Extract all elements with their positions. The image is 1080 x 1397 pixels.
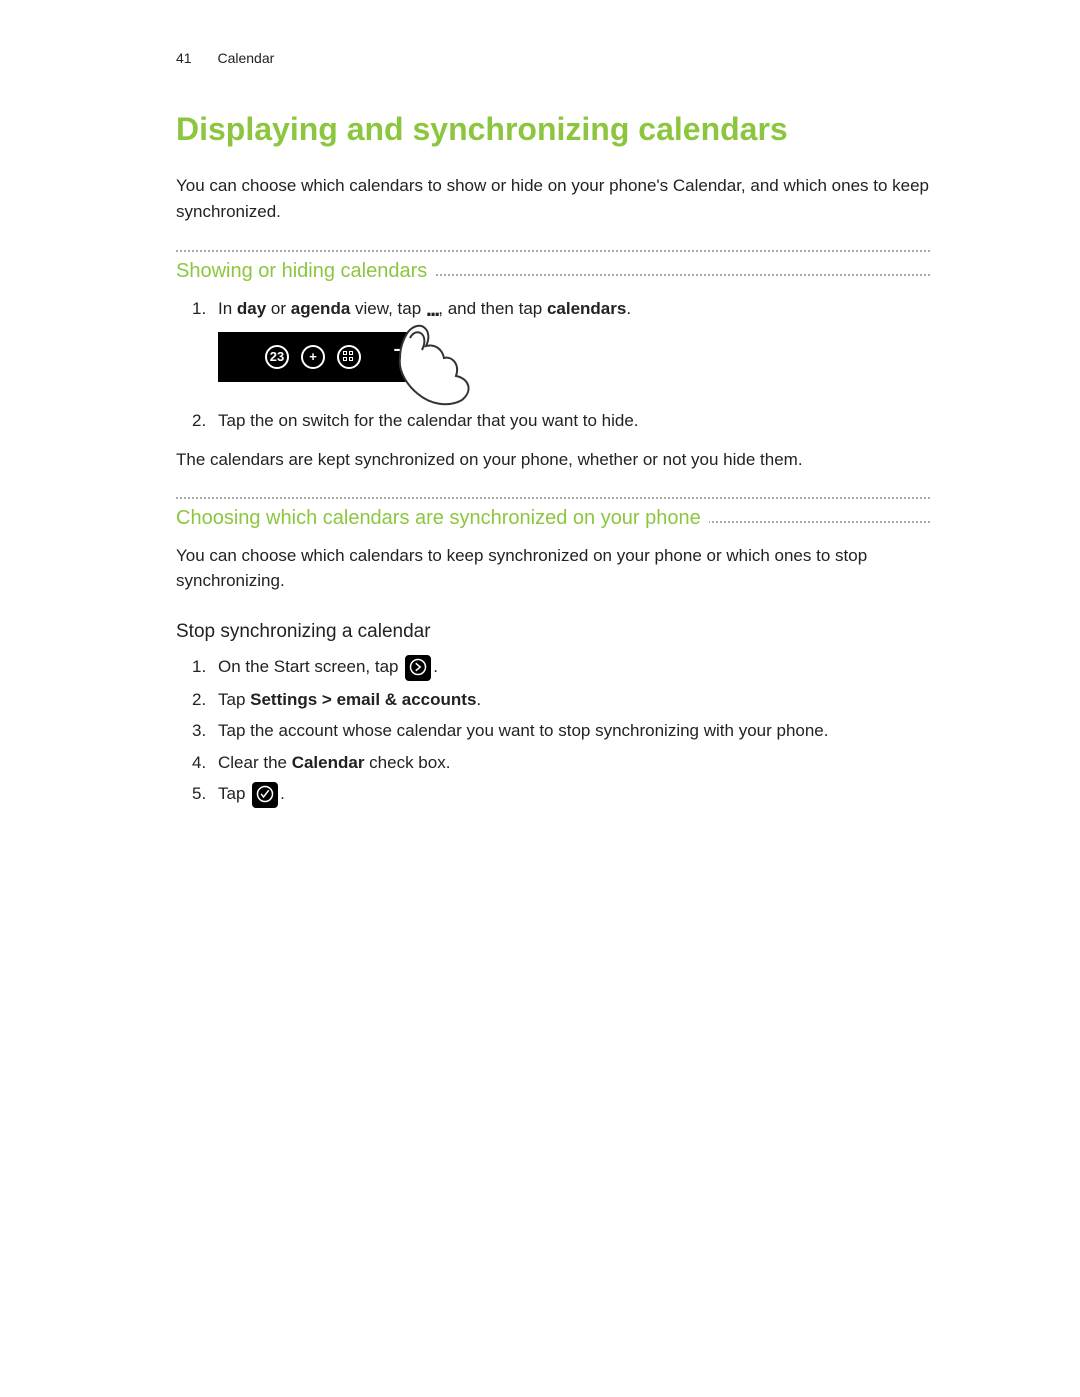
intro-paragraph: You can choose which calendars to show o… xyxy=(176,173,930,224)
today-icon: 23 xyxy=(265,345,289,369)
step-4: 4. Clear the Calendar check box. xyxy=(218,750,930,776)
step-1: 1. In day or agenda view, tap ..., and t… xyxy=(218,296,930,402)
page-number: 41 xyxy=(176,50,192,66)
step-1: 1. On the Start screen, tap . xyxy=(218,654,930,681)
step-3: 3. Tap the account whose calendar you wa… xyxy=(218,718,930,744)
section-name: Calendar xyxy=(217,50,274,66)
section-intro: You can choose which calendars to keep s… xyxy=(176,543,930,594)
subsection-heading: Stop synchronizing a calendar xyxy=(176,618,930,647)
tap-hand-illustration xyxy=(408,332,488,402)
section-showing-hiding: Showing or hiding calendars xyxy=(176,250,930,286)
appbar-figure: 23 + ... xyxy=(218,332,930,402)
steps-list-2: 1. On the Start screen, tap . 2. Tap Set… xyxy=(176,654,930,808)
step-5: 5. Tap . xyxy=(218,781,930,808)
more-icon: ... xyxy=(426,296,438,321)
section-choosing-sync: Choosing which calendars are synchronize… xyxy=(176,497,930,533)
check-icon xyxy=(252,782,278,808)
divider xyxy=(176,497,930,499)
page-title: Displaying and synchronizing calendars xyxy=(176,105,930,153)
steps-list-1: 1. In day or agenda view, tap ..., and t… xyxy=(176,296,930,433)
step-2: 2. Tap the on switch for the calendar th… xyxy=(218,408,930,434)
arrow-right-icon xyxy=(405,655,431,681)
appbar: 23 + ... xyxy=(218,332,408,382)
section-heading: Showing or hiding calendars xyxy=(176,256,435,286)
note-paragraph: The calendars are kept synchronized on y… xyxy=(176,447,930,473)
divider xyxy=(176,250,930,252)
month-icon xyxy=(337,345,361,369)
section-heading: Choosing which calendars are synchronize… xyxy=(176,503,709,533)
page-header: 41 Calendar xyxy=(176,48,930,69)
step-2: 2. Tap Settings > email & accounts. xyxy=(218,687,930,713)
plus-icon: + xyxy=(301,345,325,369)
